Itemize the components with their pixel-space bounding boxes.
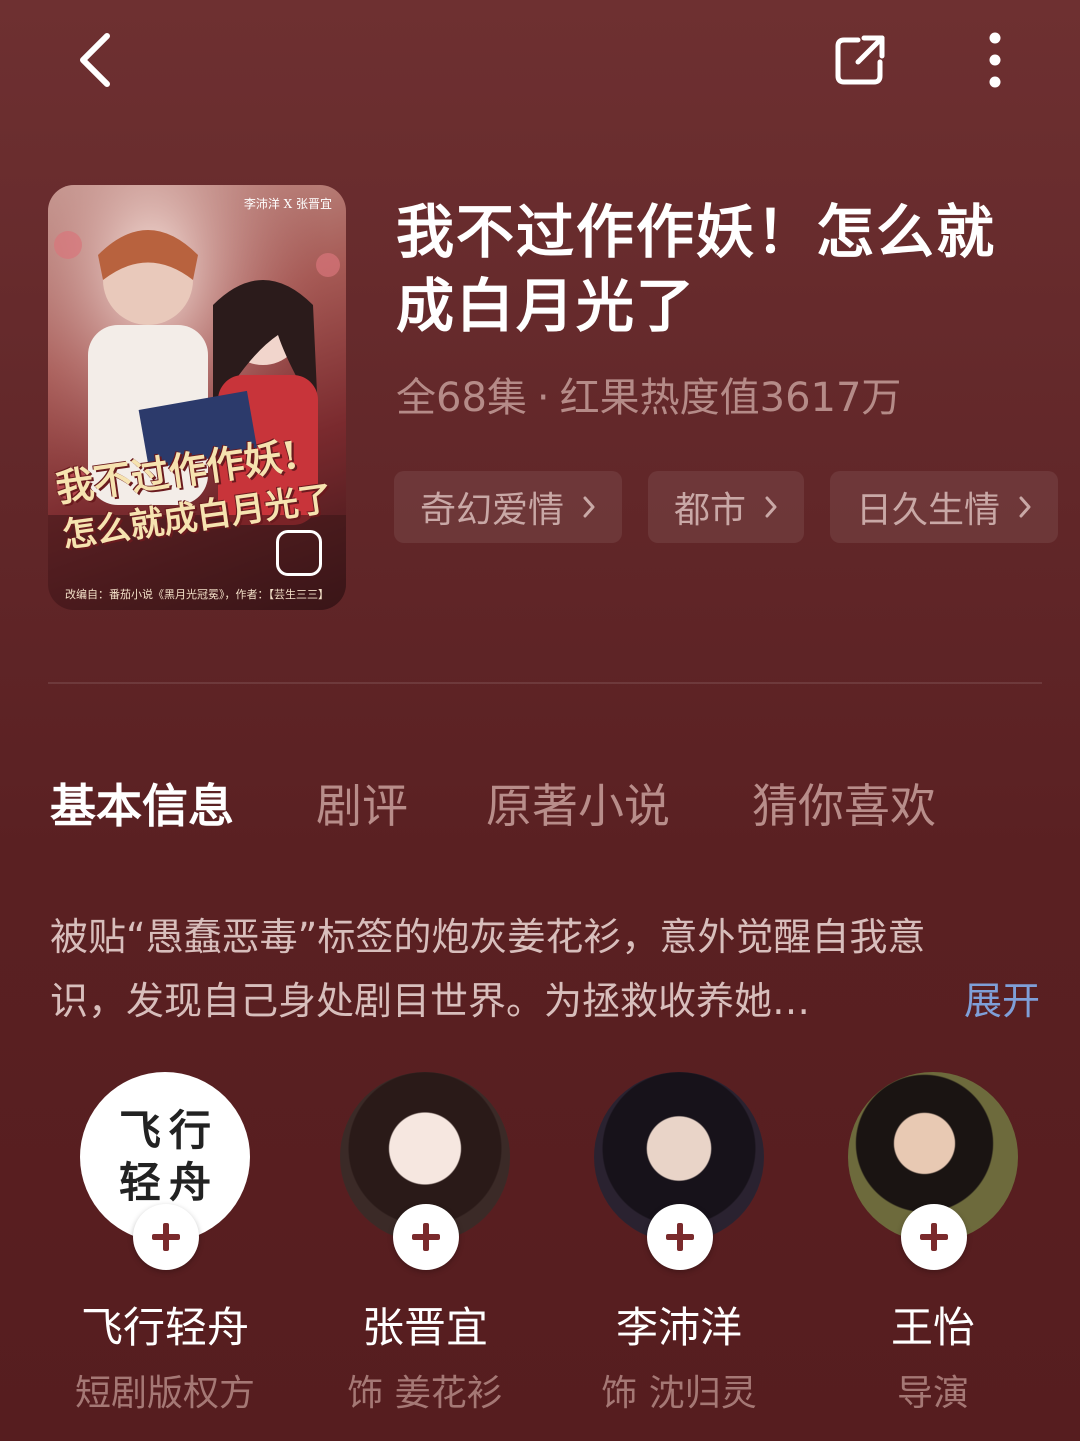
drama-title-line1: 我不过作作妖！怎么就	[396, 198, 997, 266]
drama-poster[interactable]: 李沛洋 X 张晋宜 我不过作作妖! 怎么就成白月光了 改编自：番茄小说《黑月光冠…	[48, 185, 346, 610]
genre-tags: 奇幻爱情 都市 日久生情	[394, 471, 1059, 543]
follow-button[interactable]	[393, 1204, 459, 1270]
chevron-right-icon	[1019, 496, 1031, 518]
drama-title: 我不过作作妖！怎么就 成白月光了	[396, 195, 1036, 343]
description-line2: 识，发现自己身处剧目世界。为拯救收养她…	[50, 979, 811, 1023]
tab-recommendations[interactable]: 猜你喜欢	[752, 770, 936, 836]
person-role: 饰 沈归灵	[601, 1373, 757, 1414]
tag-fantasy-romance[interactable]: 奇幻爱情	[394, 471, 623, 543]
back-button[interactable]	[60, 25, 130, 95]
tag-label: 都市	[674, 490, 747, 531]
person-card[interactable]: 王怡 导演	[806, 1072, 1060, 1414]
share-button[interactable]	[822, 25, 898, 95]
avatar-logo-text: 飞行 轻舟	[118, 1106, 219, 1207]
cast-crew-list: 飞行 轻舟 飞行轻舟 短剧版权方 张晋宜 饰 姜花衫 李沛洋 饰 沈归灵 王怡 …	[0, 1072, 1080, 1441]
description-line1: 被贴“愚蠢恶毒”标签的炮灰姜花衫，意外觉醒自我意	[50, 915, 926, 959]
person-name: 张晋宜	[361, 1303, 488, 1352]
drama-header: 李沛洋 X 张晋宜 我不过作作妖! 怎么就成白月光了 改编自：番茄小说《黑月光冠…	[48, 185, 1059, 615]
plus-icon	[666, 1223, 694, 1251]
follow-button[interactable]	[647, 1204, 713, 1270]
person-card[interactable]: 张晋宜 饰 姜花衫	[298, 1072, 552, 1414]
person-name: 王怡	[890, 1303, 975, 1352]
tag-label: 奇幻爱情	[420, 490, 565, 531]
person-role: 短剧版权方	[74, 1373, 255, 1414]
chevron-right-icon	[765, 496, 777, 518]
poster-cast: 李沛洋 X 张晋宜	[243, 197, 332, 211]
share-external-icon	[835, 35, 885, 85]
follow-button[interactable]	[901, 1204, 967, 1270]
meta-separator: ·	[536, 375, 550, 421]
section-divider	[48, 682, 1042, 684]
heat-value: 红果热度值3617万	[559, 375, 902, 421]
top-bar	[0, 0, 1080, 120]
more-vertical-icon	[989, 32, 1001, 88]
description: 被贴“愚蠢恶毒”标签的炮灰姜花衫，意外觉醒自我意 识，发现自己身处剧目世界。为拯…	[50, 905, 1040, 1033]
tab-basic-info[interactable]: 基本信息	[50, 770, 234, 836]
person-name: 飞行轻舟	[80, 1303, 249, 1352]
person-card[interactable]: 飞行 轻舟 飞行轻舟 短剧版权方	[38, 1072, 292, 1414]
tab-original-novel[interactable]: 原著小说	[486, 770, 670, 836]
tag-slow-burn[interactable]: 日久生情	[830, 471, 1059, 543]
plus-icon	[152, 1223, 180, 1251]
person-name: 李沛洋	[615, 1303, 742, 1352]
poster-credit: 改编自：番茄小说《黑月光冠冕》，作者：【芸生三三】	[65, 588, 329, 601]
description-line2-wrap: 识，发现自己身处剧目世界。为拯救收养她… 展开	[50, 969, 1040, 1033]
tab-reviews[interactable]: 剧评	[316, 770, 408, 836]
drama-meta: 全68集 · 红果热度值3617万	[396, 365, 901, 423]
follow-button[interactable]	[133, 1204, 199, 1270]
person-card[interactable]: 李沛洋 饰 沈归灵	[552, 1072, 806, 1414]
gallery-icon[interactable]	[276, 530, 322, 576]
episode-count: 全68集	[396, 375, 527, 421]
drama-title-line2: 成白月光了	[396, 272, 697, 340]
plus-icon	[412, 1223, 440, 1251]
person-role: 导演	[896, 1373, 969, 1414]
tag-urban[interactable]: 都市	[648, 471, 805, 543]
person-role: 饰 姜花衫	[347, 1373, 503, 1414]
chevron-right-icon	[583, 496, 595, 518]
expand-link[interactable]: 展开	[964, 969, 1040, 1033]
more-button[interactable]	[960, 25, 1030, 95]
chevron-left-icon	[80, 33, 110, 87]
plus-icon	[920, 1223, 948, 1251]
tag-label: 日久生情	[856, 490, 1001, 531]
